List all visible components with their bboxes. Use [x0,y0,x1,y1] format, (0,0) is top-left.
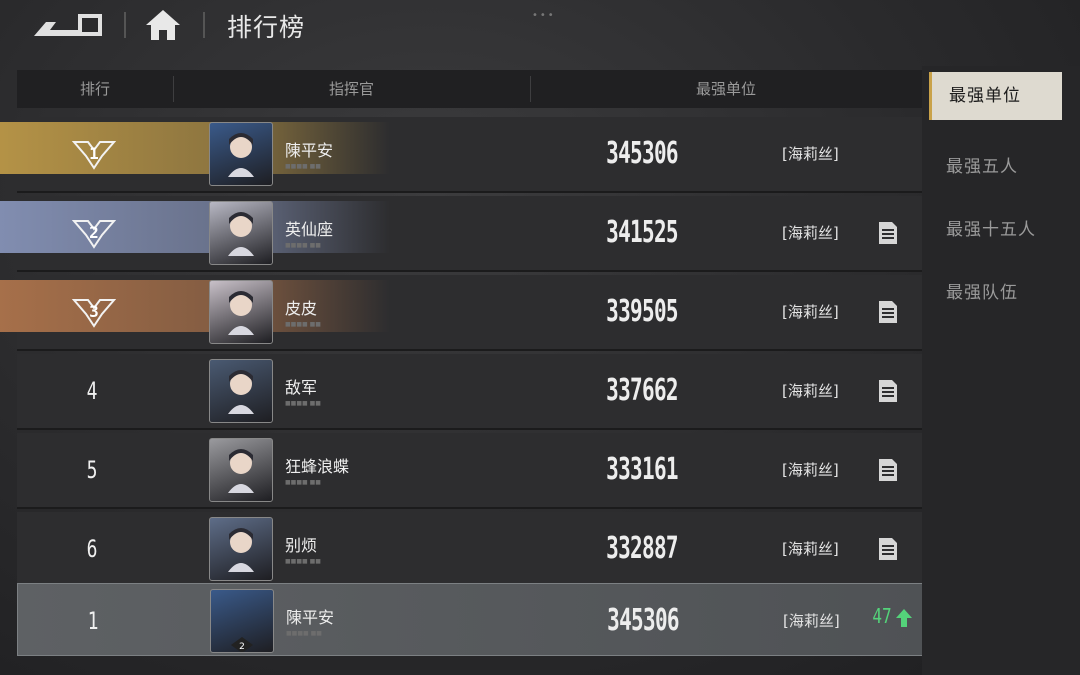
level-badge-icon: 2 [231,637,253,652]
arrow-up-icon [896,609,912,627]
rank-medal-number: 1 [89,144,99,163]
unit-name: [海莉丝] [783,612,840,630]
commander-subtitle: ■■■■ ■■ [285,163,321,170]
svg-text:2: 2 [239,642,245,652]
table-row[interactable]: 1 陳平安 ■■■■ ■■ 345306 [海莉丝] [0,117,922,193]
table-row[interactable]: 4 敌军 ■■■■ ■■ 337662 [海莉丝] [17,354,922,430]
table-row[interactable]: 5 狂蜂浪蝶 ■■■■ ■■ 333161 [海莉丝] [17,433,922,509]
rank-number: 4 [86,377,98,405]
avatar [209,359,273,423]
score-value: 332887 [606,531,678,566]
commander-subtitle: ■■■■ ■■ [285,242,321,249]
table-row[interactable]: 6 别烦 ■■■■ ■■ 332887 [海莉丝] [17,512,922,588]
unit-name: [海莉丝] [782,224,839,242]
unit-name: [海莉丝] [782,303,839,321]
commander-name: 别烦 [285,536,318,555]
avatar-portrait-icon [228,449,254,493]
unit-name: [海莉丝] [782,145,839,163]
rank-number: 1 [87,607,99,635]
commander-name: 皮皮 [285,299,318,318]
commander-name: 敌军 [285,378,318,397]
rank-change: 47 [872,604,892,628]
rank-medal-icon: 3 [72,299,116,328]
score-value: 341525 [606,215,678,250]
score-value: 333161 [606,452,678,487]
avatar-portrait-icon [228,528,254,572]
rank-medal-icon: 1 [72,141,116,170]
rank-medal-icon: 2 [72,220,116,249]
document-icon[interactable] [878,537,898,561]
score-value: 345306 [607,603,679,638]
avatar [209,201,273,265]
score-value: 345306 [606,136,678,171]
drag-handle-dots: ••• [532,10,556,21]
category-sidebar: 最强单位 最强五人 最强十五人 最强队伍 [922,66,1080,675]
back-icon[interactable] [32,10,106,40]
table-header: 排行 指挥官 最强单位 [17,70,922,108]
commander-subtitle: ■■■■ ■■ [286,630,322,637]
table-row[interactable]: 2 英仙座 ■■■■ ■■ 341525 [海莉丝] [0,196,922,272]
column-header-commander: 指挥官 [328,80,374,98]
divider [124,12,126,38]
column-header-strongest-unit: 最强单位 [695,80,756,98]
commander-name: 陳平安 [286,608,335,627]
tab-strongest-five[interactable]: 最强五人 [946,152,1018,177]
commander-name: 狂蜂浪蝶 [285,457,350,476]
column-header-rank: 排行 [79,80,110,98]
avatar-portrait-icon [228,370,254,414]
commander-subtitle: ■■■■ ■■ [285,400,321,407]
rank-number: 5 [86,456,98,484]
avatar [209,122,273,186]
score-value: 337662 [606,373,678,408]
rank-medal-number: 2 [89,223,99,242]
commander-subtitle: ■■■■ ■■ [285,321,321,328]
document-icon[interactable] [878,221,898,245]
avatar-portrait-icon [228,133,254,177]
rank-highlight-band [0,280,390,332]
avatar-portrait-icon [228,212,254,256]
document-icon[interactable] [878,458,898,482]
tab-strongest-unit[interactable]: 最强单位 [929,72,1062,120]
rank-number: 6 [86,535,98,563]
table-row[interactable]: 3 皮皮 ■■■■ ■■ 339505 [海莉丝] [0,275,922,351]
document-icon[interactable] [878,300,898,324]
unit-name: [海莉丝] [782,461,839,479]
document-icon[interactable] [878,379,898,403]
avatar [209,280,273,344]
avatar [209,517,273,581]
tab-strongest-team[interactable]: 最强队伍 [946,278,1018,303]
top-bar: 排行榜 ••• [0,0,1080,52]
score-value: 339505 [606,294,678,329]
unit-name: [海莉丝] [782,382,839,400]
page-title: 排行榜 [227,13,306,42]
my-rank-row[interactable]: 1 2 陳平安 ■■■■ ■■ 345306 [海莉丝] 47 [17,583,924,656]
commander-name: 英仙座 [285,220,334,239]
avatar-portrait-icon [228,291,254,335]
unit-name: [海莉丝] [782,540,839,558]
commander-name: 陳平安 [285,141,334,160]
avatar: 2 [210,589,274,653]
home-icon[interactable] [144,8,182,42]
tab-strongest-fifteen[interactable]: 最强十五人 [946,215,1036,240]
avatar [209,438,273,502]
commander-subtitle: ■■■■ ■■ [285,479,321,486]
divider [203,12,205,38]
rank-medal-number: 3 [89,302,99,321]
commander-subtitle: ■■■■ ■■ [285,558,321,565]
